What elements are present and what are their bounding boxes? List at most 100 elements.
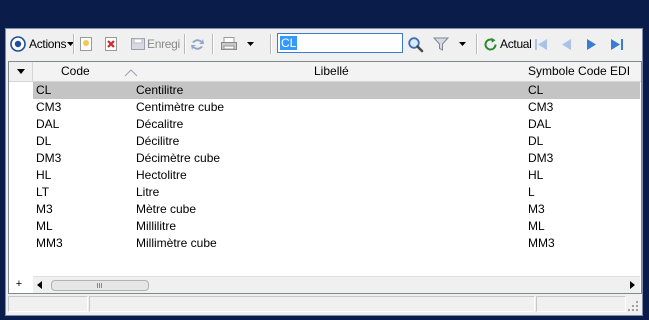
refresh-button[interactable] bbox=[189, 33, 206, 55]
cell-libelle: Décimètre cube bbox=[136, 151, 221, 165]
cell-edi: DL bbox=[528, 134, 544, 148]
cell-libelle: Décalitre bbox=[136, 117, 184, 131]
print-button[interactable] bbox=[220, 33, 254, 55]
cell-libelle: Mètre cube bbox=[136, 202, 197, 216]
refresh-label: Actual bbox=[500, 37, 532, 51]
table-row[interactable]: M3 Mètre cube M3 bbox=[33, 201, 640, 218]
cell-edi: HL bbox=[528, 168, 544, 182]
column-header-libelle[interactable]: Libellé bbox=[314, 64, 349, 78]
separator bbox=[212, 34, 213, 54]
horizontal-scrollbar[interactable] bbox=[33, 276, 640, 293]
cell-edi: MM3 bbox=[528, 236, 555, 250]
delete-button[interactable] bbox=[103, 33, 119, 55]
cell-code: DL bbox=[36, 134, 52, 148]
chevron-down-icon bbox=[17, 69, 25, 74]
table-row[interactable]: HL Hectolitre HL bbox=[33, 167, 640, 184]
column-header-code[interactable]: Code bbox=[61, 64, 90, 78]
actions-button[interactable]: Actions bbox=[10, 33, 75, 55]
cell-edi: ML bbox=[528, 219, 545, 233]
status-cell bbox=[8, 296, 88, 312]
table-row[interactable]: ML Millilitre ML bbox=[33, 218, 640, 235]
separator bbox=[73, 34, 74, 54]
previous-record-button[interactable] bbox=[559, 33, 574, 55]
refresh-data-button[interactable]: Actual bbox=[483, 33, 532, 55]
cell-code: DM3 bbox=[36, 151, 62, 165]
cell-edi: DAL bbox=[528, 117, 552, 131]
table-row[interactable]: DAL Décalitre DAL bbox=[33, 116, 640, 133]
search-icon bbox=[408, 36, 424, 52]
separator bbox=[476, 34, 477, 54]
save-button[interactable]: Enregi bbox=[130, 33, 180, 55]
separator bbox=[270, 34, 271, 54]
table-row[interactable]: LT Litre L bbox=[33, 184, 640, 201]
cell-code: M3 bbox=[36, 202, 53, 216]
refresh-icon bbox=[191, 38, 204, 50]
table-row[interactable]: DL Décilitre DL bbox=[33, 133, 640, 150]
table-row[interactable]: MM3 Millimètre cube MM3 bbox=[33, 235, 640, 252]
chevron-down-icon[interactable] bbox=[247, 41, 254, 47]
cell-code: HL bbox=[36, 168, 52, 182]
cell-code: MM3 bbox=[36, 236, 63, 250]
cell-libelle: Millimètre cube bbox=[136, 236, 217, 250]
search-input-value: CL bbox=[280, 36, 298, 50]
cell-libelle: Millilitre bbox=[136, 219, 176, 233]
data-grid: Code Libellé Symbole Code EDI CL Centilit… bbox=[8, 61, 642, 294]
save-label: Enregi bbox=[147, 37, 180, 51]
refresh-green-icon bbox=[484, 37, 497, 50]
cell-code: ML bbox=[36, 219, 53, 233]
print-icon bbox=[221, 37, 237, 50]
grip-icon bbox=[97, 283, 102, 288]
cell-edi: CM3 bbox=[528, 100, 554, 114]
table-row[interactable]: CL Centilitre CL bbox=[33, 82, 640, 99]
cell-libelle: Centilitre bbox=[136, 83, 184, 97]
first-record-button[interactable] bbox=[534, 33, 549, 55]
table-row[interactable]: DM3 Décimètre cube DM3 bbox=[33, 150, 640, 167]
cell-code: CL bbox=[36, 83, 52, 97]
chevron-down-icon[interactable] bbox=[459, 41, 466, 47]
cell-edi: M3 bbox=[528, 202, 545, 216]
separator bbox=[184, 34, 185, 54]
sort-ascending-icon bbox=[124, 69, 138, 77]
actions-label: Actions bbox=[29, 37, 67, 51]
status-cell bbox=[536, 296, 626, 312]
scroll-left-icon[interactable] bbox=[36, 281, 44, 289]
new-icon bbox=[80, 37, 92, 51]
first-icon bbox=[535, 38, 547, 50]
cell-code: DAL bbox=[36, 117, 60, 131]
cell-edi: CL bbox=[528, 83, 544, 97]
column-header-edi[interactable]: Symbole Code EDI bbox=[528, 64, 630, 78]
scrollbar-thumb[interactable] bbox=[51, 280, 149, 291]
next-record-button[interactable] bbox=[584, 33, 599, 55]
next-icon bbox=[587, 38, 596, 50]
actions-icon bbox=[10, 36, 26, 52]
table-row[interactable]: CM3 Centimètre cube CM3 bbox=[33, 99, 640, 116]
search-button[interactable] bbox=[407, 33, 424, 55]
cell-edi: DM3 bbox=[528, 151, 554, 165]
cell-libelle: Centimètre cube bbox=[136, 100, 225, 114]
grid-header: Code Libellé Symbole Code EDI bbox=[9, 62, 641, 82]
cell-libelle: Décilitre bbox=[136, 134, 180, 148]
last-record-button[interactable] bbox=[609, 33, 625, 55]
main-panel: Actions Enregi CL Actual Code Libellé Sy… bbox=[5, 28, 643, 316]
filter-icon bbox=[433, 37, 449, 51]
prev-icon bbox=[562, 38, 571, 50]
resize-grip-icon[interactable] bbox=[628, 301, 638, 311]
add-row-button[interactable]: + bbox=[12, 276, 26, 292]
save-icon bbox=[131, 38, 145, 50]
search-input[interactable]: CL bbox=[277, 33, 403, 53]
filter-button[interactable] bbox=[433, 33, 466, 55]
row-selector-header[interactable] bbox=[9, 62, 33, 81]
scroll-right-icon[interactable] bbox=[628, 281, 636, 289]
cell-code: CM3 bbox=[36, 100, 62, 114]
status-cell bbox=[89, 296, 535, 312]
delete-icon bbox=[105, 37, 117, 51]
cell-code: LT bbox=[36, 185, 50, 199]
grid-rows: CL Centilitre CL CM3 Centimètre cube CM3 DAL Dé… bbox=[33, 82, 640, 252]
new-button[interactable] bbox=[78, 33, 94, 55]
cell-libelle: Litre bbox=[136, 185, 160, 199]
last-icon bbox=[611, 38, 623, 50]
cell-edi: L bbox=[528, 185, 535, 199]
toolbar: Actions Enregi CL Actual bbox=[6, 29, 642, 59]
status-bar bbox=[6, 294, 642, 314]
cell-libelle: Hectolitre bbox=[136, 168, 187, 182]
